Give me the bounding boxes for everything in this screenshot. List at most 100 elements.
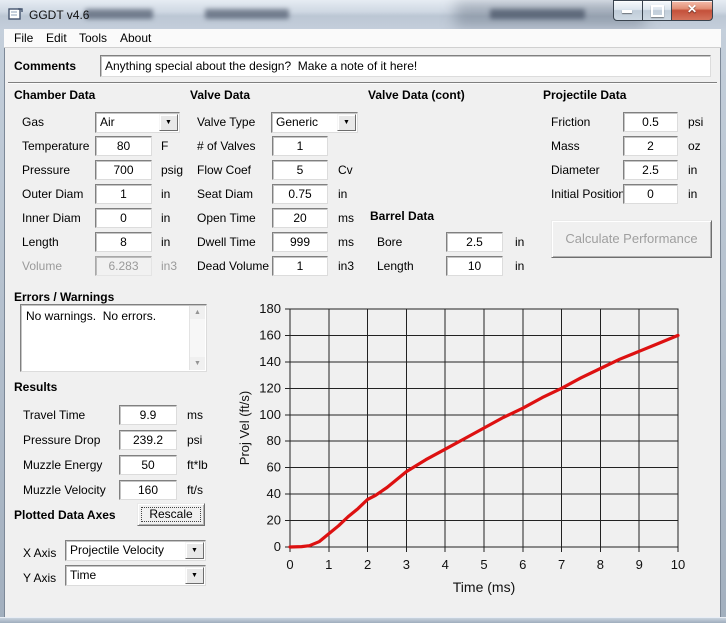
scroll-up-icon[interactable]: ▲ (190, 306, 205, 319)
svg-text:0: 0 (274, 539, 281, 554)
pressure-label: Pressure (22, 163, 70, 177)
temperature-unit: F (161, 139, 168, 153)
travel-time-field: 9.9 (119, 405, 177, 425)
mass-field[interactable]: 2 (623, 136, 678, 156)
background-window-ghost (205, 9, 289, 19)
num-valves-field[interactable]: 1 (272, 136, 328, 156)
initial-position-label: Initial Position (551, 187, 625, 201)
rescale-button[interactable]: Rescale (137, 503, 205, 526)
svg-text:2: 2 (364, 557, 371, 572)
menu-tools[interactable]: Tools (77, 29, 109, 47)
errors-warnings-box[interactable]: No warnings. No errors. ▲ ▼ (20, 304, 207, 372)
svg-text:8: 8 (597, 557, 604, 572)
svg-text:120: 120 (259, 380, 281, 395)
menu-about[interactable]: About (118, 29, 153, 47)
dwell-time-unit: ms (338, 235, 354, 249)
barrel-length-label: Length (377, 259, 414, 273)
friction-unit: psi (688, 115, 703, 129)
close-button[interactable]: ✕ (671, 0, 713, 21)
outer-diam-field[interactable]: 1 (95, 184, 152, 204)
minimize-icon (622, 10, 632, 13)
open-time-label: Open Time (197, 211, 256, 225)
inner-diam-field[interactable]: 0 (95, 208, 152, 228)
diameter-field[interactable]: 2.5 (623, 160, 678, 180)
muzzle-velocity-unit: ft/s (187, 483, 203, 497)
scroll-down-icon[interactable]: ▼ (190, 357, 205, 370)
temperature-label: Temperature (22, 139, 89, 153)
chamber-length-label: Length (22, 235, 59, 249)
inner-diam-label: Inner Diam (22, 211, 81, 225)
x-axis-combobox[interactable]: Projectile Velocity ▼ (65, 540, 206, 561)
maximize-button[interactable] (642, 0, 672, 21)
app-icon (8, 7, 23, 21)
errors-warnings-text: No warnings. No errors. (26, 309, 156, 323)
num-valves-label: # of Valves (197, 139, 255, 153)
menu-file[interactable]: File (12, 29, 35, 47)
svg-text:160: 160 (259, 327, 281, 342)
y-axis-label: Y Axis (23, 571, 56, 585)
calculate-performance-button: Calculate Performance (551, 220, 712, 258)
svg-text:1: 1 (325, 557, 332, 572)
pressure-field[interactable]: 700 (95, 160, 152, 180)
svg-text:3: 3 (403, 557, 410, 572)
comments-input[interactable]: Anything special about the design? Make … (100, 55, 711, 77)
dwell-time-field[interactable]: 999 (272, 232, 328, 252)
muzzle-energy-unit: ft*lb (187, 458, 208, 472)
dead-volume-field[interactable]: 1 (272, 256, 328, 276)
seat-diam-label: Seat Diam (197, 187, 253, 201)
barrel-length-field[interactable]: 10 (446, 256, 503, 276)
muzzle-energy-label: Muzzle Energy (23, 458, 102, 472)
inner-diam-unit: in (161, 211, 170, 225)
svg-text:7: 7 (558, 557, 565, 572)
open-time-field[interactable]: 20 (272, 208, 328, 228)
window-border (0, 29, 4, 623)
volume-label: Volume (22, 259, 62, 273)
menu-edit[interactable]: Edit (44, 29, 69, 47)
chevron-down-icon[interactable]: ▼ (337, 114, 356, 131)
barrel-length-unit: in (515, 259, 524, 273)
svg-text:6: 6 (519, 557, 526, 572)
y-axis-combobox-value: Time (70, 567, 96, 584)
y-axis-combobox[interactable]: Time ▼ (65, 565, 206, 586)
muzzle-velocity-field: 160 (119, 480, 177, 500)
minimize-button[interactable] (613, 0, 643, 21)
app-window: GGDT v4.6 ✕ File Edit Tools About Commen… (0, 0, 726, 623)
svg-text:140: 140 (259, 354, 281, 369)
barrel-data-header: Barrel Data (370, 209, 434, 223)
seat-diam-field[interactable]: 0.75 (272, 184, 328, 204)
gas-label: Gas (22, 115, 44, 129)
chamber-length-field[interactable]: 8 (95, 232, 152, 252)
chevron-down-icon[interactable]: ▼ (185, 567, 204, 584)
valve-data-header: Valve Data (190, 88, 250, 102)
svg-text:5: 5 (480, 557, 487, 572)
bore-field[interactable]: 2.5 (446, 232, 503, 252)
muzzle-energy-field: 50 (119, 455, 177, 475)
maximize-icon (651, 5, 664, 17)
initial-position-field[interactable]: 0 (623, 184, 678, 204)
diameter-label: Diameter (551, 163, 600, 177)
background-window-ghost (490, 9, 585, 19)
pressure-drop-unit: psi (187, 433, 202, 447)
travel-time-label: Travel Time (23, 408, 85, 422)
velocity-time-plot: 012345678910020406080100120140160180Time… (235, 296, 691, 612)
chevron-down-icon[interactable]: ▼ (159, 114, 178, 131)
comments-label: Comments (14, 59, 76, 73)
flow-coef-field[interactable]: 5 (272, 160, 328, 180)
temperature-field[interactable]: 80 (95, 136, 152, 156)
projectile-data-header: Projectile Data (543, 88, 626, 102)
pressure-unit: psig (161, 163, 183, 177)
gas-combobox[interactable]: Air ▼ (95, 112, 180, 133)
dead-volume-unit: in3 (338, 259, 354, 273)
svg-text:0: 0 (286, 557, 293, 572)
chevron-down-icon[interactable]: ▼ (185, 542, 204, 559)
bore-unit: in (515, 235, 524, 249)
svg-text:80: 80 (267, 433, 281, 448)
friction-field[interactable]: 0.5 (623, 112, 678, 132)
title-bar[interactable]: GGDT v4.6 ✕ (0, 0, 726, 30)
volume-field: 6.283 (95, 256, 152, 276)
diameter-unit: in (688, 163, 697, 177)
valve-type-combobox[interactable]: Generic ▼ (271, 112, 358, 133)
pressure-drop-field: 239.2 (119, 430, 177, 450)
errors-scrollbar[interactable]: ▲ ▼ (189, 306, 205, 370)
window-border (0, 617, 726, 623)
